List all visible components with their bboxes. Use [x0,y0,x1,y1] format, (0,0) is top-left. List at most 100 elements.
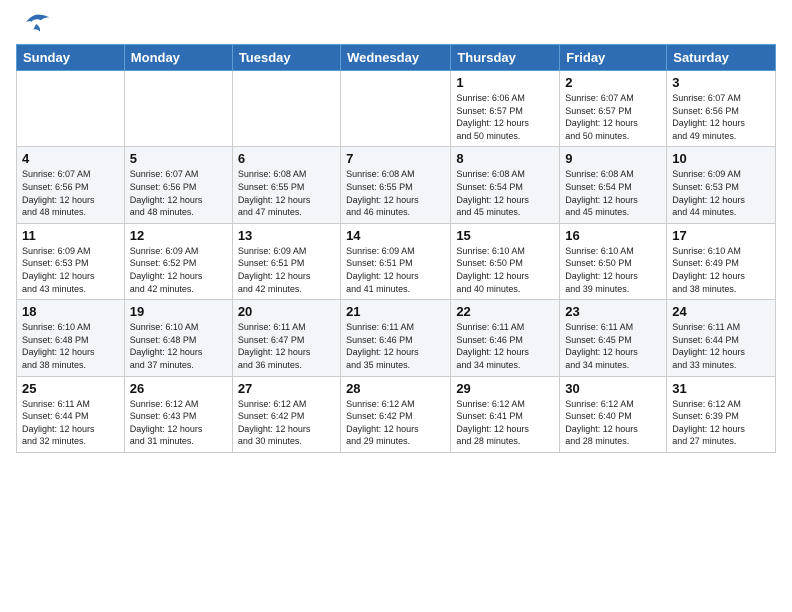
day-cell: 27 Sunrise: 6:12 AM Sunset: 6:42 PM Dayli… [232,376,340,452]
day-info: Sunrise: 6:12 AM Sunset: 6:41 PM Dayligh… [456,398,554,448]
header-cell-tuesday: Tuesday [232,45,340,71]
day-cell: 13 Sunrise: 6:09 AM Sunset: 6:51 PM Dayli… [232,223,340,299]
day-info: Sunrise: 6:09 AM Sunset: 6:53 PM Dayligh… [672,168,770,218]
page-header [0,0,792,44]
day-number: 31 [672,381,770,396]
day-info: Sunrise: 6:12 AM Sunset: 6:42 PM Dayligh… [238,398,335,448]
day-cell: 18Sunrise: 6:10 AM Sunset: 6:48 PM Dayli… [17,300,125,376]
day-cell: 5Sunrise: 6:07 AM Sunset: 6:56 PM Daylig… [124,147,232,223]
day-info: Sunrise: 6:08 AM Sunset: 6:55 PM Dayligh… [346,168,445,218]
day-number: 11 [22,228,119,243]
day-cell: 19 Sunrise: 6:10 AM Sunset: 6:48 PM Dayli… [124,300,232,376]
day-cell: 7 Sunrise: 6:08 AM Sunset: 6:55 PM Daylig… [341,147,451,223]
day-number: 14 [346,228,445,243]
day-number: 15 [456,228,554,243]
day-number: 19 [130,304,227,319]
day-number: 7 [346,151,445,166]
day-number: 28 [346,381,445,396]
day-cell: 11Sunrise: 6:09 AM Sunset: 6:53 PM Dayli… [17,223,125,299]
day-cell: 16 Sunrise: 6:10 AM Sunset: 6:50 PM Dayli… [560,223,667,299]
day-info: Sunrise: 6:12 AM Sunset: 6:43 PM Dayligh… [130,398,227,448]
day-cell: 17 Sunrise: 6:10 AM Sunset: 6:49 PM Dayli… [667,223,776,299]
day-info: Sunrise: 6:11 AM Sunset: 6:45 PM Dayligh… [565,321,661,371]
day-info: Sunrise: 6:07 AM Sunset: 6:56 PM Dayligh… [22,168,119,218]
day-cell: 3Sunrise: 6:07 AM Sunset: 6:56 PM Daylig… [667,71,776,147]
day-number: 1 [456,75,554,90]
day-cell: 23 Sunrise: 6:11 AM Sunset: 6:45 PM Dayli… [560,300,667,376]
day-info: Sunrise: 6:12 AM Sunset: 6:42 PM Dayligh… [346,398,445,448]
logo-bird-icon [24,12,52,36]
day-cell: 21 Sunrise: 6:11 AM Sunset: 6:46 PM Dayli… [341,300,451,376]
day-info: Sunrise: 6:08 AM Sunset: 6:55 PM Dayligh… [238,168,335,218]
day-cell: 4 Sunrise: 6:07 AM Sunset: 6:56 PM Daylig… [17,147,125,223]
day-number: 9 [565,151,661,166]
day-number: 27 [238,381,335,396]
day-number: 16 [565,228,661,243]
day-number: 25 [22,381,119,396]
day-info: Sunrise: 6:09 AM Sunset: 6:51 PM Dayligh… [238,245,335,295]
day-number: 3 [672,75,770,90]
day-cell: 1 Sunrise: 6:06 AM Sunset: 6:57 PM Daylig… [451,71,560,147]
calendar-body: 1 Sunrise: 6:06 AM Sunset: 6:57 PM Daylig… [17,71,776,453]
day-cell: 8Sunrise: 6:08 AM Sunset: 6:54 PM Daylig… [451,147,560,223]
day-info: Sunrise: 6:11 AM Sunset: 6:46 PM Dayligh… [346,321,445,371]
day-info: Sunrise: 6:12 AM Sunset: 6:39 PM Dayligh… [672,398,770,448]
day-number: 5 [130,151,227,166]
week-row-5: 25 Sunrise: 6:11 AM Sunset: 6:44 PM Dayli… [17,376,776,452]
day-number: 6 [238,151,335,166]
day-cell: 29 Sunrise: 6:12 AM Sunset: 6:41 PM Dayli… [451,376,560,452]
day-cell: 20 Sunrise: 6:11 AM Sunset: 6:47 PM Dayli… [232,300,340,376]
day-info: Sunrise: 6:10 AM Sunset: 6:49 PM Dayligh… [672,245,770,295]
day-number: 21 [346,304,445,319]
header-cell-sunday: Sunday [17,45,125,71]
day-cell: 2 Sunrise: 6:07 AM Sunset: 6:57 PM Daylig… [560,71,667,147]
day-info: Sunrise: 6:08 AM Sunset: 6:54 PM Dayligh… [565,168,661,218]
day-info: Sunrise: 6:10 AM Sunset: 6:48 PM Dayligh… [130,321,227,371]
day-cell: 12Sunrise: 6:09 AM Sunset: 6:52 PM Dayli… [124,223,232,299]
day-number: 24 [672,304,770,319]
day-number: 10 [672,151,770,166]
day-info: Sunrise: 6:10 AM Sunset: 6:48 PM Dayligh… [22,321,119,371]
day-info: Sunrise: 6:10 AM Sunset: 6:50 PM Dayligh… [565,245,661,295]
header-row: SundayMondayTuesdayWednesdayThursdayFrid… [17,45,776,71]
day-cell: 24 Sunrise: 6:11 AM Sunset: 6:44 PM Dayli… [667,300,776,376]
header-cell-friday: Friday [560,45,667,71]
calendar-wrapper: SundayMondayTuesdayWednesdayThursdayFrid… [0,44,792,461]
day-number: 13 [238,228,335,243]
day-number: 2 [565,75,661,90]
day-cell: 10 Sunrise: 6:09 AM Sunset: 6:53 PM Dayli… [667,147,776,223]
day-cell: 30Sunrise: 6:12 AM Sunset: 6:40 PM Dayli… [560,376,667,452]
day-number: 30 [565,381,661,396]
day-cell: 26Sunrise: 6:12 AM Sunset: 6:43 PM Dayli… [124,376,232,452]
day-number: 12 [130,228,227,243]
logo [20,12,52,36]
day-info: Sunrise: 6:10 AM Sunset: 6:50 PM Dayligh… [456,245,554,295]
header-cell-wednesday: Wednesday [341,45,451,71]
day-info: Sunrise: 6:11 AM Sunset: 6:44 PM Dayligh… [22,398,119,448]
day-cell: 28 Sunrise: 6:12 AM Sunset: 6:42 PM Dayli… [341,376,451,452]
week-row-2: 4 Sunrise: 6:07 AM Sunset: 6:56 PM Daylig… [17,147,776,223]
day-info: Sunrise: 6:11 AM Sunset: 6:44 PM Dayligh… [672,321,770,371]
day-cell: 25 Sunrise: 6:11 AM Sunset: 6:44 PM Dayli… [17,376,125,452]
day-info: Sunrise: 6:06 AM Sunset: 6:57 PM Dayligh… [456,92,554,142]
day-info: Sunrise: 6:07 AM Sunset: 6:57 PM Dayligh… [565,92,661,142]
day-info: Sunrise: 6:11 AM Sunset: 6:47 PM Dayligh… [238,321,335,371]
week-row-1: 1 Sunrise: 6:06 AM Sunset: 6:57 PM Daylig… [17,71,776,147]
day-cell: 22 Sunrise: 6:11 AM Sunset: 6:46 PM Dayli… [451,300,560,376]
week-row-4: 18Sunrise: 6:10 AM Sunset: 6:48 PM Dayli… [17,300,776,376]
day-info: Sunrise: 6:11 AM Sunset: 6:46 PM Dayligh… [456,321,554,371]
day-info: Sunrise: 6:09 AM Sunset: 6:51 PM Dayligh… [346,245,445,295]
day-number: 22 [456,304,554,319]
day-number: 4 [22,151,119,166]
calendar-header: SundayMondayTuesdayWednesdayThursdayFrid… [17,45,776,71]
day-number: 17 [672,228,770,243]
day-number: 20 [238,304,335,319]
calendar-table: SundayMondayTuesdayWednesdayThursdayFrid… [16,44,776,453]
day-number: 23 [565,304,661,319]
day-cell: 31 Sunrise: 6:12 AM Sunset: 6:39 PM Dayli… [667,376,776,452]
week-row-3: 11Sunrise: 6:09 AM Sunset: 6:53 PM Dayli… [17,223,776,299]
day-number: 29 [456,381,554,396]
day-cell: 6 Sunrise: 6:08 AM Sunset: 6:55 PM Daylig… [232,147,340,223]
day-cell: 14 Sunrise: 6:09 AM Sunset: 6:51 PM Dayli… [341,223,451,299]
day-info: Sunrise: 6:08 AM Sunset: 6:54 PM Dayligh… [456,168,554,218]
